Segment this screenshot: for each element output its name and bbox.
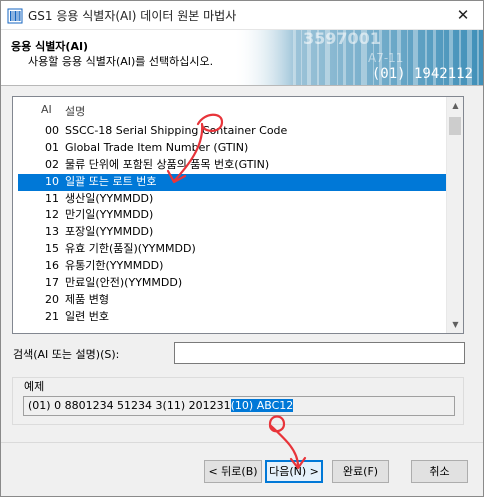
list-item[interactable]: 00 SSCC-18 Serial Shipping Container Code [13,123,447,140]
banner-bg-digits: 3597001 [303,30,381,48]
list-rows: 00 SSCC-18 Serial Shipping Container Code… [13,123,447,326]
ai-code: 17 [45,276,59,290]
app-icon [7,8,23,24]
ai-code: 10 [45,174,59,188]
ai-code: 15 [45,242,59,256]
banner-bg-code: A7-11 [368,51,403,65]
close-button[interactable]: ✕ [449,4,477,26]
step-description: 사용할 응용 식별자(AI)를 선택하십시오. [28,55,214,68]
banner-code-text: (01) 1942112 [371,66,473,82]
ai-code: 16 [45,259,59,273]
finish-button[interactable]: 완료(F) [332,460,389,483]
scroll-up-icon[interactable]: ▲ [447,97,463,114]
list-item[interactable]: 11 생산일(YYMMDD) [13,191,447,208]
ai-description: SSCC-18 Serial Shipping Container Code [65,124,288,137]
ai-description: 물류 단위에 포함된 상품의 품목 번호(GTIN) [65,157,270,171]
ai-description: 만기일(YYMMDD) [65,208,154,222]
title-bar[interactable]: GS1 응용 식별자(AI) 데이터 원본 마법사 ✕ [1,1,483,30]
ai-description: 일괄 또는 로트 번호 [65,174,157,188]
scroll-thumb[interactable] [449,117,461,135]
cancel-button[interactable]: 취소 [411,460,468,483]
example-group: 예제 (01) 0 8801234 51234 3(11) 201231(10)… [12,377,464,425]
list-item[interactable]: 16 유통기한(YYMMDD) [13,258,447,275]
footer-separator [1,442,483,443]
search-input[interactable] [174,342,465,364]
ai-description: 제품 변형 [65,292,109,306]
list-item[interactable]: 21 일련 번호 [13,309,447,326]
ai-description: 일련 번호 [65,309,109,323]
window-title: GS1 응용 식별자(AI) 데이터 원본 마법사 [28,9,237,23]
vertical-scrollbar[interactable]: ▲ ▼ [446,97,463,333]
ai-code: 13 [45,225,59,239]
ai-code: 20 [45,292,59,306]
list-item[interactable]: 17 만료일(안전)(YYMMDD) [13,275,447,292]
search-label: 검색(AI 또는 설명)(S): [13,348,120,361]
ai-description: 생산일(YYMMDD) [65,191,154,205]
example-field[interactable]: (01) 0 8801234 51234 3(11) 201231(10) AB… [23,396,455,416]
ai-description: 만료일(안전)(YYMMDD) [65,276,183,290]
ai-description: 포장일(YYMMDD) [65,225,154,239]
list-item[interactable]: 12 만기일(YYMMDD) [13,207,447,224]
scroll-down-icon[interactable]: ▼ [447,316,463,333]
column-header-description[interactable]: 설명 [65,103,85,119]
list-item-selected[interactable]: 10 일괄 또는 로트 번호 [18,173,447,191]
ai-code: 21 [45,309,59,323]
ai-description: 유효 기한(품질)(YYMMDD) [65,242,196,256]
list-item[interactable]: 02 물류 단위에 포함된 상품의 품목 번호(GTIN) [13,157,447,174]
example-text: (01) 0 8801234 51234 3(11) 201231 [28,399,231,412]
list-header: AI 설명 [13,97,447,119]
next-button[interactable]: 다음(N) > [265,460,323,483]
wizard-header: 3597001 A7-11 응용 식별자(AI) 사용할 응용 식별자(AI)를… [1,30,483,86]
ai-description: 유통기한(YYMMDD) [65,259,164,273]
ai-code: 01 [45,140,59,154]
ai-code: 00 [45,124,59,137]
list-item[interactable]: 15 유효 기한(품질)(YYMMDD) [13,241,447,258]
column-header-ai[interactable]: AI [41,103,52,116]
wizard-window: GS1 응용 식별자(AI) 데이터 원본 마법사 ✕ 3597001 A7-1… [0,0,484,497]
back-button[interactable]: < 뒤로(B) [204,460,262,483]
ai-code: 12 [45,208,59,222]
ai-code: 11 [45,191,59,205]
example-highlight: (10) ABC12 [230,399,294,412]
ai-description: Global Trade Item Number (GTIN) [65,140,249,154]
list-item[interactable]: 20 제품 변형 [13,292,447,309]
ai-list[interactable]: AI 설명 00 SSCC-18 Serial Shipping Containe… [12,96,464,334]
list-item[interactable]: 01 Global Trade Item Number (GTIN) [13,140,447,157]
ai-code: 02 [45,157,59,171]
step-heading: 응용 식별자(AI) [11,40,89,53]
example-label: 예제 [22,378,47,394]
list-item[interactable]: 13 포장일(YYMMDD) [13,224,447,241]
